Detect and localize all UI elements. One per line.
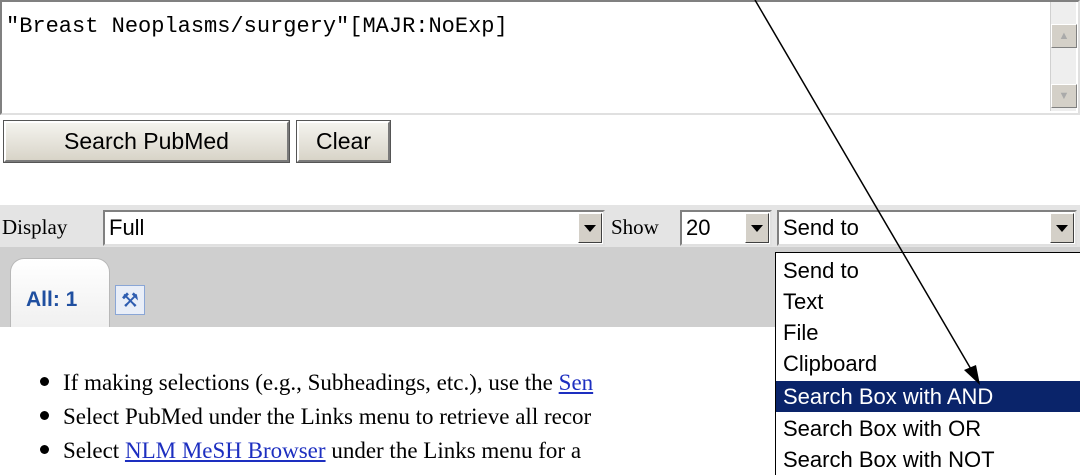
annotation-arrow	[754, 0, 980, 385]
annotation-arrow-line	[754, 0, 976, 377]
annotation-arrow-head	[964, 365, 980, 385]
